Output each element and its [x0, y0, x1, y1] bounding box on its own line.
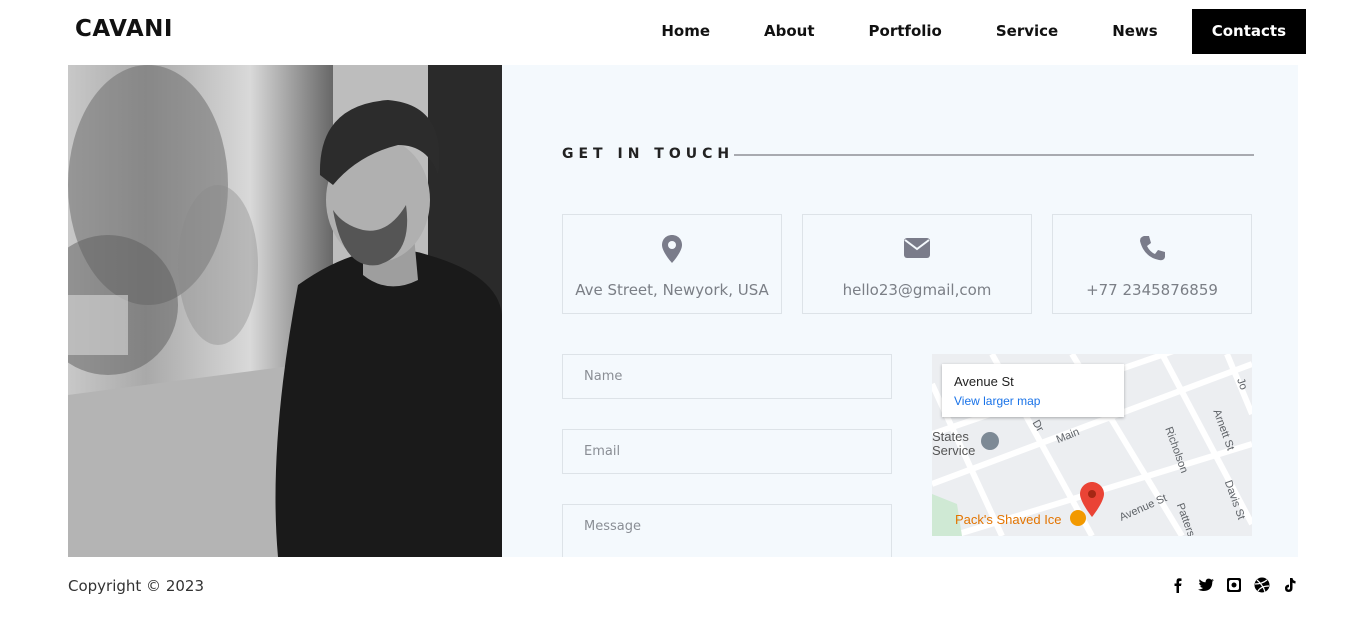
map-marker-icon [563, 233, 781, 263]
section-heading: GET IN TOUCH [562, 146, 735, 162]
name-field[interactable]: Name [562, 354, 892, 399]
social-links [1170, 577, 1298, 593]
email-card: hello23@gmail,com [802, 214, 1032, 314]
phone-icon [1053, 233, 1251, 263]
name-placeholder: Name [584, 369, 623, 384]
map-label-states-service: States Service [932, 429, 976, 458]
portrait-photo [68, 65, 502, 557]
email-field[interactable]: Email [562, 429, 892, 474]
instagram-icon[interactable] [1226, 577, 1242, 593]
envelope-icon [803, 233, 1031, 263]
nav-contacts[interactable]: Contacts [1191, 9, 1306, 54]
heading-divider [734, 154, 1254, 156]
main-nav: Home About Portfolio Service News Contac… [627, 9, 1306, 54]
map-place-title: Avenue St [954, 374, 1014, 389]
copyright: Copyright © 2023 [68, 577, 205, 595]
twitter-icon[interactable] [1198, 577, 1214, 593]
facebook-icon[interactable] [1170, 577, 1186, 593]
dribbble-icon[interactable] [1254, 577, 1270, 593]
address-text: Ave Street, Newyork, USA [575, 281, 769, 299]
contact-section: GET IN TOUCH Ave Street, Newyork, USA he… [502, 65, 1298, 557]
email-placeholder: Email [584, 444, 621, 459]
email-text: hello23@gmail,com [842, 281, 992, 299]
map-place-card: Avenue St View larger map [942, 364, 1124, 417]
nav-news[interactable]: News [1092, 9, 1178, 54]
nav-home[interactable]: Home [641, 9, 730, 54]
message-placeholder: Message [584, 519, 641, 534]
nav-about[interactable]: About [744, 9, 835, 54]
view-larger-map-link[interactable]: View larger map [954, 394, 1040, 408]
address-card: Ave Street, Newyork, USA [562, 214, 782, 314]
message-field[interactable]: Message [562, 504, 892, 557]
nav-portfolio[interactable]: Portfolio [849, 9, 962, 54]
tiktok-icon[interactable] [1282, 577, 1298, 593]
embedded-map[interactable]: Avenue St View larger map States Service… [932, 354, 1252, 536]
nav-service[interactable]: Service [976, 9, 1078, 54]
phone-card: +77 2345876859 [1052, 214, 1252, 314]
phone-text: +77 2345876859 [1086, 281, 1218, 299]
site-logo[interactable]: CAVANI [75, 16, 173, 42]
map-label-packs-shaved-ice[interactable]: Pack's Shaved Ice [955, 512, 1062, 527]
